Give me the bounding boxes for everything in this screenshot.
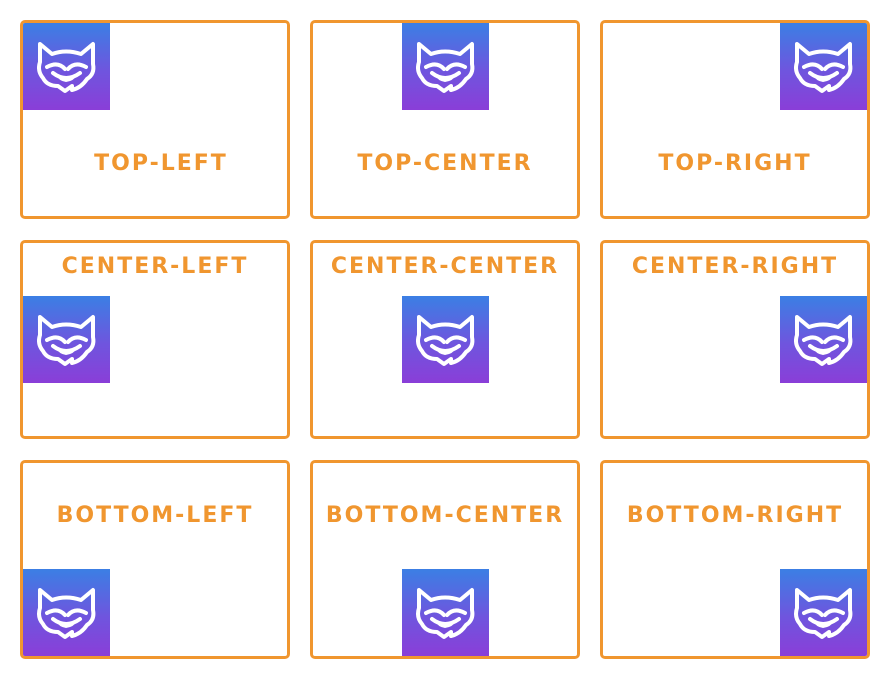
logo-tile: [402, 569, 489, 656]
card-label: TOP-LEFT: [94, 151, 228, 176]
card-center-center: CENTER-CENTER: [310, 240, 580, 439]
card-bottom-left: BOTTOM-LEFT: [20, 460, 290, 659]
logo-tile: [23, 296, 110, 383]
card-label: BOTTOM-LEFT: [56, 503, 254, 528]
card-label: CENTER-CENTER: [330, 254, 560, 279]
logo-tile: [780, 23, 867, 110]
monster-face-icon: [791, 40, 856, 94]
card-label: BOTTOM-RIGHT: [626, 503, 844, 528]
card-top-right: TOP-RIGHT: [600, 20, 870, 219]
card-label: CENTER-RIGHT: [631, 254, 839, 279]
monster-face-icon: [413, 313, 478, 367]
card-center-left: CENTER-LEFT: [20, 240, 290, 439]
alignment-demo-grid: TOP-LEFT TOP-CENTER TOP-RIGHT CENTER-LEF…: [0, 0, 890, 680]
card-top-left: TOP-LEFT: [20, 20, 290, 219]
logo-tile: [402, 23, 489, 110]
monster-face-icon: [413, 40, 478, 94]
card-bottom-right: BOTTOM-RIGHT: [600, 460, 870, 659]
monster-face-icon: [791, 313, 856, 367]
logo-tile: [402, 296, 489, 383]
logo-tile: [780, 569, 867, 656]
monster-face-icon: [34, 40, 99, 94]
card-center-right: CENTER-RIGHT: [600, 240, 870, 439]
card-label: BOTTOM-CENTER: [325, 503, 565, 528]
monster-face-icon: [791, 586, 856, 640]
monster-face-icon: [34, 586, 99, 640]
card-label: TOP-CENTER: [357, 151, 533, 176]
card-bottom-center: BOTTOM-CENTER: [310, 460, 580, 659]
logo-tile: [23, 569, 110, 656]
card-label: CENTER-LEFT: [61, 254, 249, 279]
logo-tile: [23, 23, 110, 110]
card-label: TOP-RIGHT: [658, 151, 812, 176]
monster-face-icon: [34, 313, 99, 367]
monster-face-icon: [413, 586, 478, 640]
logo-tile: [780, 296, 867, 383]
card-top-center: TOP-CENTER: [310, 20, 580, 219]
